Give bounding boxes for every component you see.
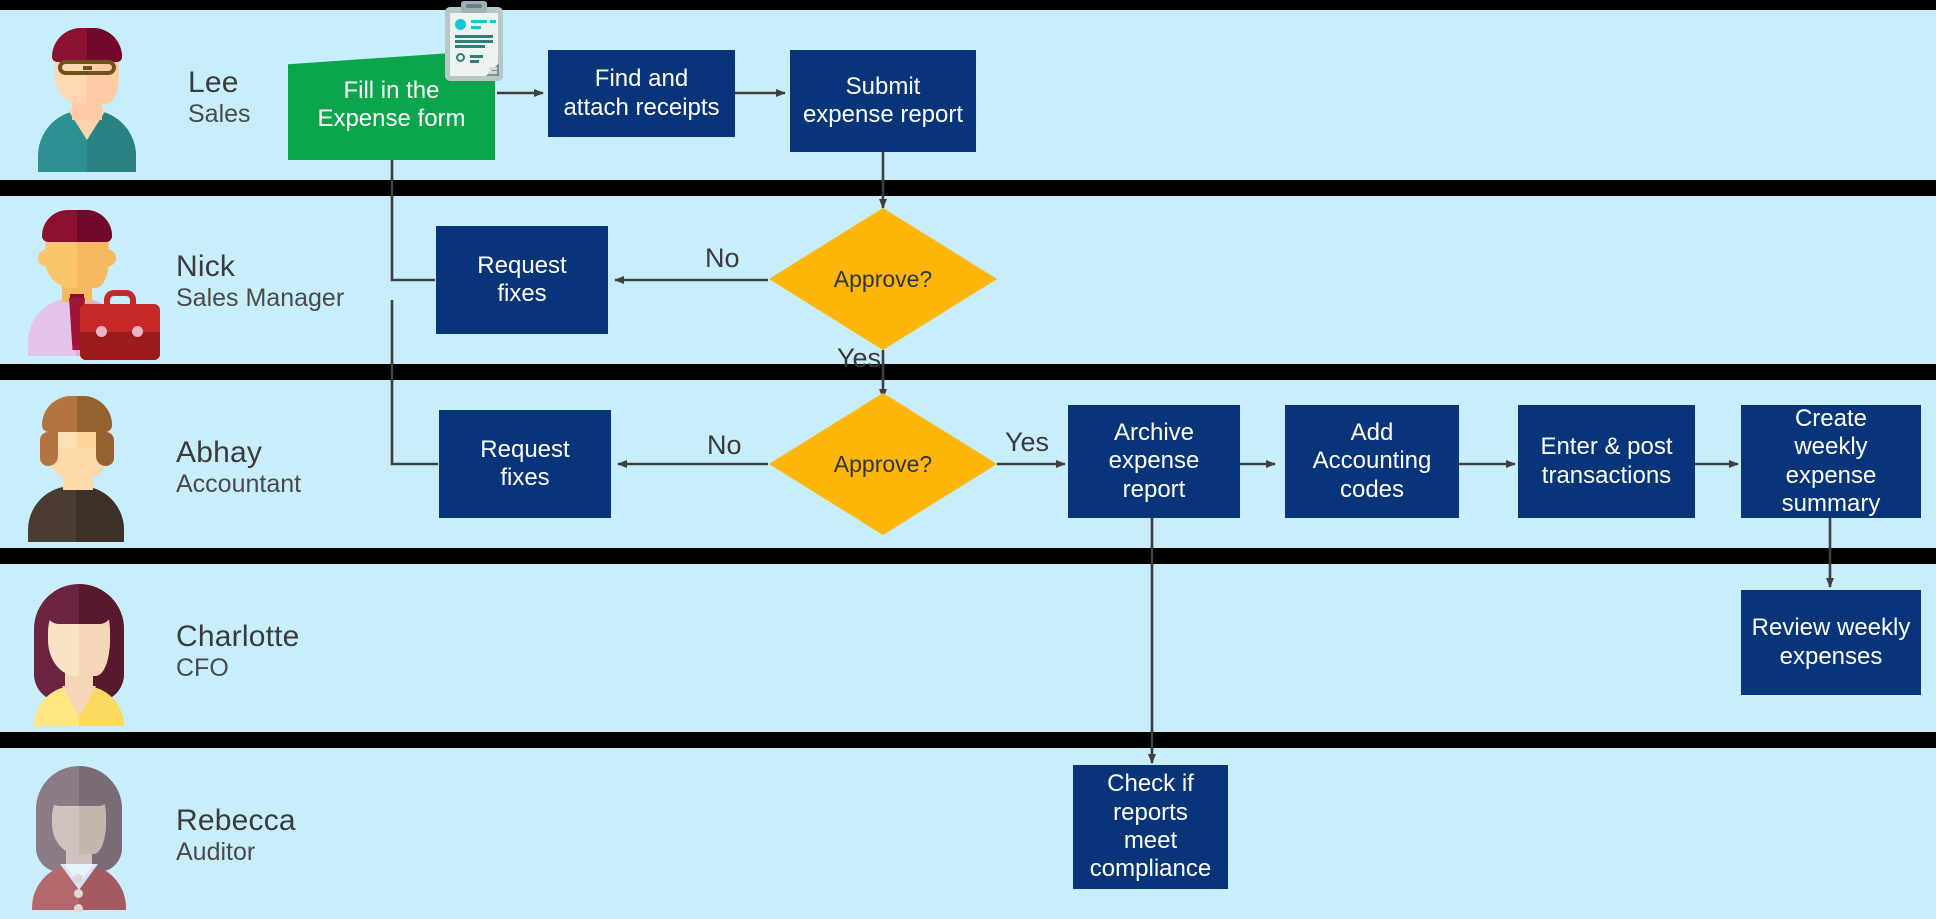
node-manager-request-fixes[interactable]: Request fixes (436, 226, 608, 334)
edge-label-accountant-no: No (707, 430, 742, 460)
actor-role-charlotte: CFO (176, 653, 229, 682)
person-avatar-rebecca-icon (20, 760, 138, 913)
node-review-weekly-expenses[interactable]: Review weekly expenses (1741, 590, 1921, 695)
node-attach-line1: Find and (594, 65, 689, 93)
actor-name-charlotte: Charlotte (176, 620, 300, 654)
actor-role-lee: Sales (188, 99, 251, 128)
person-avatar-nick-icon (20, 206, 160, 360)
node-compliance-line4: compliance (1089, 855, 1212, 883)
node-attach-line2: attach receipts (563, 93, 720, 121)
person-avatar-charlotte-icon (20, 576, 138, 726)
node-codes-line1: Add (1350, 419, 1394, 447)
person-avatar-lee-icon (28, 22, 146, 172)
actor-role-rebecca: Auditor (176, 837, 256, 866)
edge-label-manager-no: No (705, 243, 740, 273)
node-manager-approve-decision[interactable]: Approve? (769, 208, 997, 350)
actor-name-nick: Nick (176, 250, 236, 284)
lane-divider-2 (0, 364, 1936, 380)
edge-label-manager-yes: Yes (837, 343, 882, 373)
node-post-line1: Enter & post (1540, 433, 1673, 461)
node-codes-line3: codes (1339, 475, 1405, 503)
lane-divider-1 (0, 180, 1936, 196)
node-acct-fixes-line2: fixes (500, 464, 550, 491)
actor-name-rebecca: Rebecca (176, 804, 296, 838)
node-archive-line2: expense report (1108, 447, 1200, 503)
clipboard-form-icon (445, 1, 503, 81)
node-mgr-fixes-line2: fixes (497, 280, 547, 307)
actor-role-abhay: Accountant (176, 469, 302, 498)
node-compliance-line2: reports (1113, 798, 1188, 826)
node-accountant-request-fixes[interactable]: Request fixes (439, 410, 611, 518)
person-avatar-abhay-icon (20, 392, 138, 542)
lane-divider-3 (0, 548, 1936, 564)
node-submit-line1: Submit (845, 72, 921, 100)
actor-lee: Lee Sales (28, 22, 251, 172)
node-mgr-fixes-line1: Request (477, 251, 567, 279)
node-summary-line1: Create (1794, 404, 1868, 432)
node-review-line1: Review weekly (1751, 614, 1911, 642)
node-fill-form-line2: Expense form (317, 105, 466, 132)
actor-name-lee: Lee (188, 66, 239, 100)
node-submit-expense-report[interactable]: Submit expense report (790, 50, 976, 152)
node-mgr-decision-label: Approve? (833, 265, 933, 292)
actor-rebecca: Rebecca Auditor (20, 760, 296, 913)
lane-divider-4 (0, 732, 1936, 748)
node-add-accounting-codes[interactable]: Add Accounting codes (1285, 405, 1459, 518)
actor-nick: Nick Sales Manager (20, 206, 345, 360)
node-acct-decision-label: Approve? (833, 450, 933, 477)
node-review-line2: expenses (1779, 642, 1883, 670)
node-submit-line2: expense report (802, 101, 964, 128)
swimlane-diagram: Lee Sales Fill in the Expense form Find … (0, 0, 1936, 919)
node-enter-post-transactions[interactable]: Enter & post transactions (1518, 405, 1695, 518)
node-archive-expense-report[interactable]: Archive expense report (1068, 405, 1240, 518)
lane-divider-top (0, 0, 1936, 10)
node-fill-form-line1: Fill in the (343, 76, 440, 104)
actor-abhay: Abhay Accountant (20, 392, 301, 542)
node-compliance-line1: Check if (1107, 770, 1194, 798)
node-create-weekly-summary[interactable]: Create weekly expense summary (1741, 405, 1921, 518)
actor-role-nick: Sales Manager (176, 283, 345, 312)
node-post-line2: transactions (1541, 461, 1672, 489)
node-accountant-approve-decision[interactable]: Approve? (769, 393, 997, 535)
node-summary-line2: weekly expense (1785, 433, 1877, 489)
node-find-attach-receipts[interactable]: Find and attach receipts (548, 50, 735, 137)
actor-charlotte: Charlotte CFO (20, 576, 300, 726)
node-archive-line1: Archive (1113, 419, 1195, 447)
node-summary-line3: summary (1781, 489, 1881, 517)
node-compliance-line3: meet (1123, 827, 1178, 854)
node-check-compliance[interactable]: Check if reports meet compliance (1073, 765, 1228, 889)
node-acct-fixes-line1: Request (480, 435, 570, 463)
node-codes-line2: Accounting (1312, 447, 1432, 475)
edge-label-accountant-yes: Yes (1005, 427, 1050, 457)
actor-name-abhay: Abhay (176, 436, 263, 470)
